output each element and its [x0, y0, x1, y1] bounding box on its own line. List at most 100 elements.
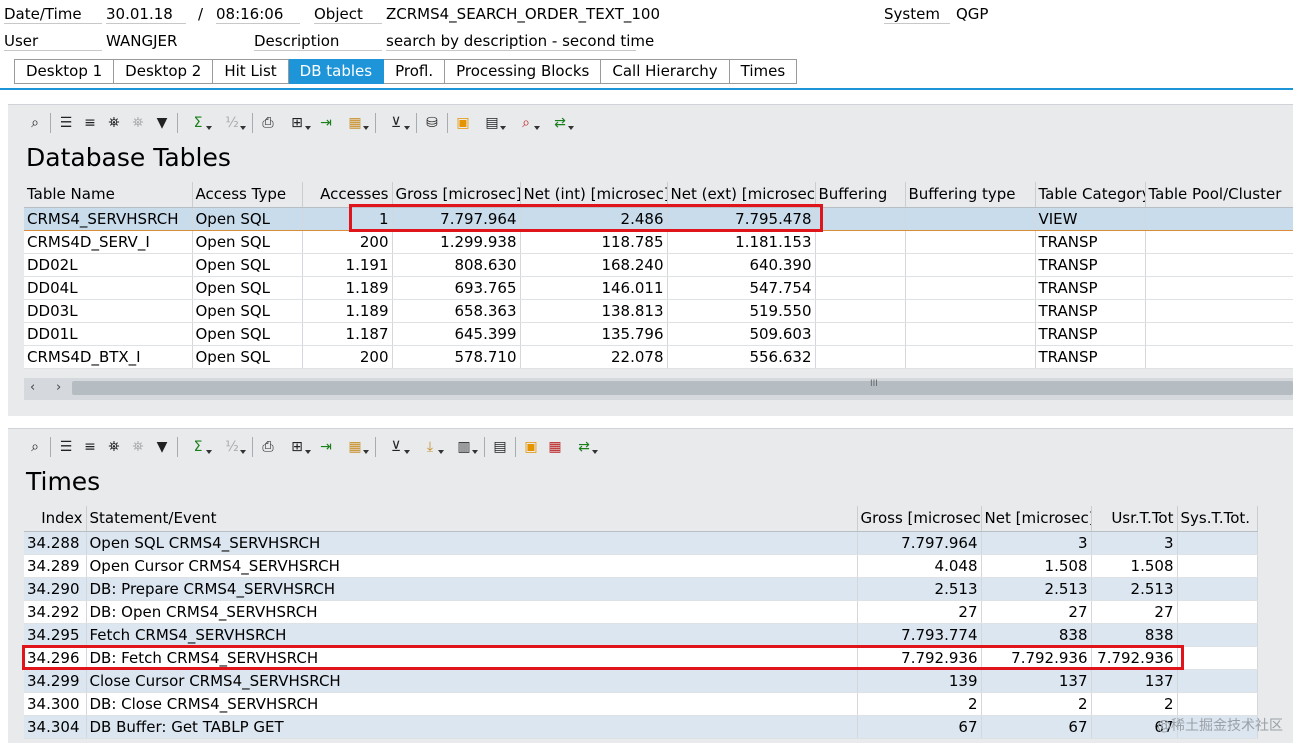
col-header-net-ext[interactable]: Net (ext) [microsec]	[667, 182, 816, 208]
toolbar-separator	[50, 437, 51, 457]
zoom-icon[interactable]: ⌕	[510, 112, 542, 134]
tab-desktop-2[interactable]: Desktop 2	[114, 59, 214, 84]
tab-hit-list[interactable]: Hit List	[213, 59, 289, 84]
subtotal-icon[interactable]: ½	[216, 112, 248, 134]
table-row[interactable]: 34.290 DB: Prepare CRMS4_SERVHSRCH 2.513…	[24, 577, 1258, 601]
filter-icon[interactable]: ▼	[151, 436, 173, 458]
cell-buffering-type	[905, 253, 1036, 277]
views-icon[interactable]: ⊞	[281, 112, 313, 134]
table-row[interactable]: DD02L Open SQL 1.191 808.630 168.240 640…	[24, 253, 1293, 277]
table-row[interactable]: CRMS4_SERVHSRCH Open SQL 1 7.797.964 2.4…	[24, 207, 1293, 231]
sort-ascending-icon[interactable]: ☰	[55, 112, 77, 134]
sort-descending-icon[interactable]: ≡	[79, 436, 101, 458]
col-header-table-name[interactable]: Table Name	[24, 182, 193, 208]
object-label: Object	[314, 5, 382, 24]
expand-icon[interactable]: ⊻	[380, 112, 412, 134]
table-row[interactable]: DD01L Open SQL 1.187 645.399 135.796 509…	[24, 322, 1293, 346]
table-row[interactable]: 34.300 DB: Close CRMS4_SERVHSRCH 2 2 2	[24, 692, 1258, 716]
col-header-index[interactable]: Index	[24, 506, 87, 532]
cell-buffering-type	[905, 322, 1036, 346]
col-header-statement[interactable]: Statement/Event	[86, 506, 858, 532]
columns-icon[interactable]: ▤	[476, 112, 508, 134]
print-icon[interactable]: ⎙	[257, 436, 279, 458]
sum-icon[interactable]: Σ	[182, 436, 214, 458]
find-next-icon[interactable]: ⛯	[127, 436, 149, 458]
table-row[interactable]: DD03L Open SQL 1.189 658.363 138.813 519…	[24, 299, 1293, 323]
layout-icon[interactable]: ▦	[339, 112, 371, 134]
document-icon[interactable]: ▤	[489, 436, 511, 458]
cell-table-name: CRMS4D_SERV_I	[24, 230, 193, 254]
cell-net: 838	[981, 623, 1092, 647]
col-header-table-category[interactable]: Table Category	[1035, 182, 1146, 208]
table-row[interactable]: CRMS4D_SERV_I Open SQL 200 1.299.938 118…	[24, 230, 1293, 254]
table-row[interactable]: DD04L Open SQL 1.189 693.765 146.011 547…	[24, 276, 1293, 300]
tab-desktop-1[interactable]: Desktop 1	[14, 59, 115, 84]
find-next-icon[interactable]: ⛯	[127, 112, 149, 134]
cell-table-name: CRMS4_SERVHSRCH	[24, 207, 193, 231]
col-header-accesses[interactable]: Accesses	[302, 182, 393, 208]
views-icon[interactable]: ⊞	[281, 436, 313, 458]
scroll-right-icon[interactable]: ›	[56, 380, 61, 395]
tab-processing-blocks[interactable]: Processing Blocks	[445, 59, 602, 84]
export-icon[interactable]: ⇥	[315, 436, 337, 458]
col-header-access-type[interactable]: Access Type	[192, 182, 303, 208]
times-toolbar: ⌕ ☰ ≡ ⛯ ⛯ ▼ Σ ½ ⎙ ⊞ ⇥ ▦ ⊻ ⤓ ▥ ▤ ▣ ▦ ⇄	[24, 435, 602, 459]
navigate-icon[interactable]: ⇄	[544, 112, 576, 134]
sum-icon[interactable]: Σ	[182, 112, 214, 134]
subtotal-icon[interactable]: ½	[216, 436, 248, 458]
database-icon[interactable]: ⛁	[421, 112, 443, 134]
cell-sys-tot	[1177, 623, 1258, 647]
navigate-icon[interactable]: ⇄	[568, 436, 600, 458]
scroll-thumb[interactable]: III	[72, 379, 1293, 395]
table-row[interactable]: CRMS4D_BTX_I Open SQL 200 578.710 22.078…	[24, 345, 1293, 369]
download-icon[interactable]: ⤓	[414, 436, 446, 458]
print-icon[interactable]: ⎙	[257, 112, 279, 134]
layout-icon[interactable]: ▦	[339, 436, 371, 458]
details-icon[interactable]: ⌕	[24, 112, 46, 134]
sort-descending-icon[interactable]: ≡	[79, 112, 101, 134]
tab-profl[interactable]: Profl.	[384, 59, 446, 84]
col-header-usr-tot[interactable]: Usr.T.Tot	[1091, 506, 1178, 532]
cell-net: 2	[981, 692, 1092, 716]
find-icon[interactable]: ⛯	[103, 112, 125, 134]
col-header-buffering[interactable]: Buffering	[815, 182, 906, 208]
table-row[interactable]: 34.299 Close Cursor CRMS4_SERVHSRCH 139 …	[24, 669, 1258, 693]
find-icon[interactable]: ⛯	[103, 436, 125, 458]
details-icon[interactable]: ⌕	[24, 436, 46, 458]
col-header-net-int[interactable]: Net (int) [microsec]	[520, 182, 668, 208]
table-row[interactable]: 34.289 Open Cursor CRMS4_SERVHSRCH 4.048…	[24, 554, 1258, 578]
sort-ascending-icon[interactable]: ☰	[55, 436, 77, 458]
tab-times[interactable]: Times	[729, 59, 798, 84]
tab-call-hierarchy[interactable]: Call Hierarchy	[601, 59, 730, 84]
col-header-gross[interactable]: Gross [microsec]	[392, 182, 521, 208]
col-header-net[interactable]: Net [microsec]	[981, 506, 1092, 532]
cell-buffering-type	[905, 299, 1036, 323]
cell-table-category: TRANSP	[1035, 253, 1146, 277]
tab-db-tables[interactable]: DB tables	[288, 59, 385, 84]
chart-icon[interactable]: ▥	[448, 436, 480, 458]
cell-sys-tot	[1177, 692, 1258, 716]
table-row[interactable]: 34.292 DB: Open CRMS4_SERVHSRCH 27 27 27	[24, 600, 1258, 624]
scroll-left-icon[interactable]: ‹	[30, 380, 35, 395]
table-row[interactable]: 34.288 Open SQL CRMS4_SERVHSRCH 7.797.96…	[24, 531, 1258, 555]
col-header-buffering-type[interactable]: Buffering type	[905, 182, 1036, 208]
cell-buffering	[815, 322, 906, 346]
export-icon[interactable]: ⇥	[315, 112, 337, 134]
col-header-table-pool[interactable]: Table Pool/Cluster	[1145, 182, 1293, 208]
db-horizontal-scrollbar[interactable]: ‹ › III	[24, 378, 1293, 400]
col-header-sys-tot[interactable]: Sys.T.Tot.	[1177, 506, 1258, 532]
filter-icon[interactable]: ▼	[151, 112, 173, 134]
hierarchy-icon[interactable]: ▣	[452, 112, 474, 134]
compare-icon[interactable]: ▦	[544, 436, 566, 458]
cell-table-category: TRANSP	[1035, 230, 1146, 254]
table-row[interactable]: 34.295 Fetch CRMS4_SERVHSRCH 7.793.774 8…	[24, 623, 1258, 647]
table-row[interactable]: 34.304 DB Buffer: Get TABLP GET 67 67 67	[24, 715, 1258, 739]
hierarchy-icon[interactable]: ▣	[520, 436, 542, 458]
cell-accesses: 1	[302, 207, 393, 231]
expand-icon[interactable]: ⊻	[380, 436, 412, 458]
col-header-gross[interactable]: Gross [microsec]	[857, 506, 982, 532]
db-tables-title: Database Tables	[26, 143, 231, 172]
cell-index: 34.296	[24, 646, 87, 670]
table-row[interactable]: 34.296 DB: Fetch CRMS4_SERVHSRCH 7.792.9…	[24, 646, 1258, 670]
db-toolbar: ⌕ ☰ ≡ ⛯ ⛯ ▼ Σ ½ ⎙ ⊞ ⇥ ▦ ⊻ ⛁ ▣ ▤ ⌕ ⇄	[24, 111, 578, 135]
